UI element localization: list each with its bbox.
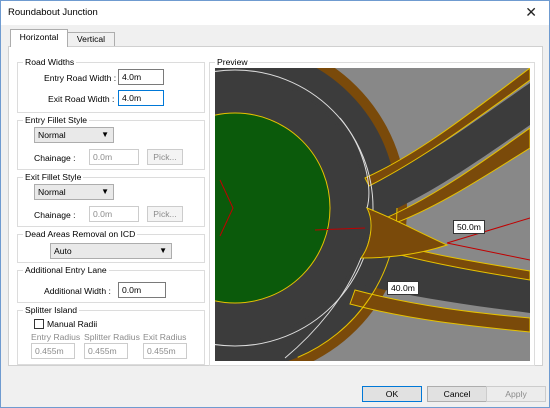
road-widths-group: Road Widths Entry Road Width : 4.0m Exit… (17, 57, 205, 113)
additional-width-label: Additional Width : (44, 286, 111, 296)
dead-areas-title: Dead Areas Removal on ICD (23, 229, 138, 240)
exit-chainage-input[interactable]: 0.0m (89, 206, 139, 222)
close-icon[interactable]: ✕ (525, 4, 537, 20)
exit-fillet-group: Exit Fillet Style Normal ▼ Chainage : 0.… (17, 172, 205, 227)
exit-radius-input[interactable]: 0.455m (143, 343, 187, 359)
exit-fillet-style-value: Normal (38, 187, 66, 197)
entry-radius-label: Entry Radius (31, 332, 81, 342)
entry-pick-button[interactable]: Pick... (147, 149, 183, 165)
chevron-down-icon: ▼ (101, 130, 109, 139)
exit-fillet-style-select[interactable]: Normal ▼ (34, 184, 114, 200)
dead-areas-select[interactable]: Auto ▼ (50, 243, 172, 259)
entry-fillet-style-value: Normal (38, 130, 66, 140)
title-bar: Roundabout Junction ✕ (1, 1, 549, 25)
entry-fillet-group: Entry Fillet Style Normal ▼ Chainage : 0… (17, 115, 205, 170)
dimension-lower-label: 40.0m (387, 281, 419, 295)
apply-button[interactable]: Apply (486, 386, 546, 402)
entry-fillet-style-select[interactable]: Normal ▼ (34, 127, 114, 143)
exit-road-width-input[interactable]: 4.0m (118, 90, 164, 106)
entry-fillet-title: Entry Fillet Style (23, 115, 90, 126)
entry-chainage-input[interactable]: 0.0m (89, 149, 139, 165)
exit-chainage-label: Chainage : (34, 210, 76, 220)
tab-vertical[interactable]: Vertical (67, 32, 115, 46)
entry-chainage-label: Chainage : (34, 153, 76, 163)
entry-road-width-input[interactable]: 4.0m (118, 69, 164, 85)
additional-entry-lane-group: Additional Entry Lane Additional Width :… (17, 265, 205, 303)
entry-radius-input[interactable]: 0.455m (31, 343, 75, 359)
dimension-upper-label: 50.0m (453, 220, 485, 234)
additional-width-input[interactable]: 0.0m (118, 282, 166, 298)
splitter-island-group: Splitter Island Manual Radii Entry Radiu… (17, 305, 205, 365)
exit-pick-button[interactable]: Pick... (147, 206, 183, 222)
dead-areas-group: Dead Areas Removal on ICD Auto ▼ (17, 229, 205, 263)
tab-page: Road Widths Entry Road Width : 4.0m Exit… (8, 46, 543, 366)
exit-fillet-title: Exit Fillet Style (23, 172, 84, 183)
exit-road-width-label: Exit Road Width : (48, 94, 115, 104)
ok-button[interactable]: OK (362, 386, 422, 402)
manual-radii-checkbox[interactable] (34, 319, 44, 329)
dialog-window: Roundabout Junction ✕ Horizontal Vertica… (0, 0, 550, 408)
preview-group: Preview 50.0m 40.0m (209, 57, 535, 366)
preview-canvas: 50.0m 40.0m (215, 68, 530, 361)
splitter-radius-label: Splitter Radius (84, 332, 140, 342)
manual-radii-label: Manual Radii (47, 319, 98, 329)
roundabout-drawing (215, 68, 530, 361)
chevron-down-icon: ▼ (101, 187, 109, 196)
splitter-radius-input[interactable]: 0.455m (84, 343, 128, 359)
window-title: Roundabout Junction (8, 7, 98, 18)
tab-horizontal[interactable]: Horizontal (10, 29, 68, 47)
entry-road-width-label: Entry Road Width : (44, 73, 117, 83)
additional-entry-lane-title: Additional Entry Lane (23, 265, 109, 276)
dead-areas-value: Auto (54, 246, 72, 256)
road-widths-title: Road Widths (23, 57, 77, 68)
splitter-island-title: Splitter Island (23, 305, 80, 316)
exit-radius-label: Exit Radius (143, 332, 187, 342)
chevron-down-icon: ▼ (159, 246, 167, 255)
preview-title: Preview (215, 57, 250, 68)
cancel-button[interactable]: Cancel (427, 386, 487, 402)
